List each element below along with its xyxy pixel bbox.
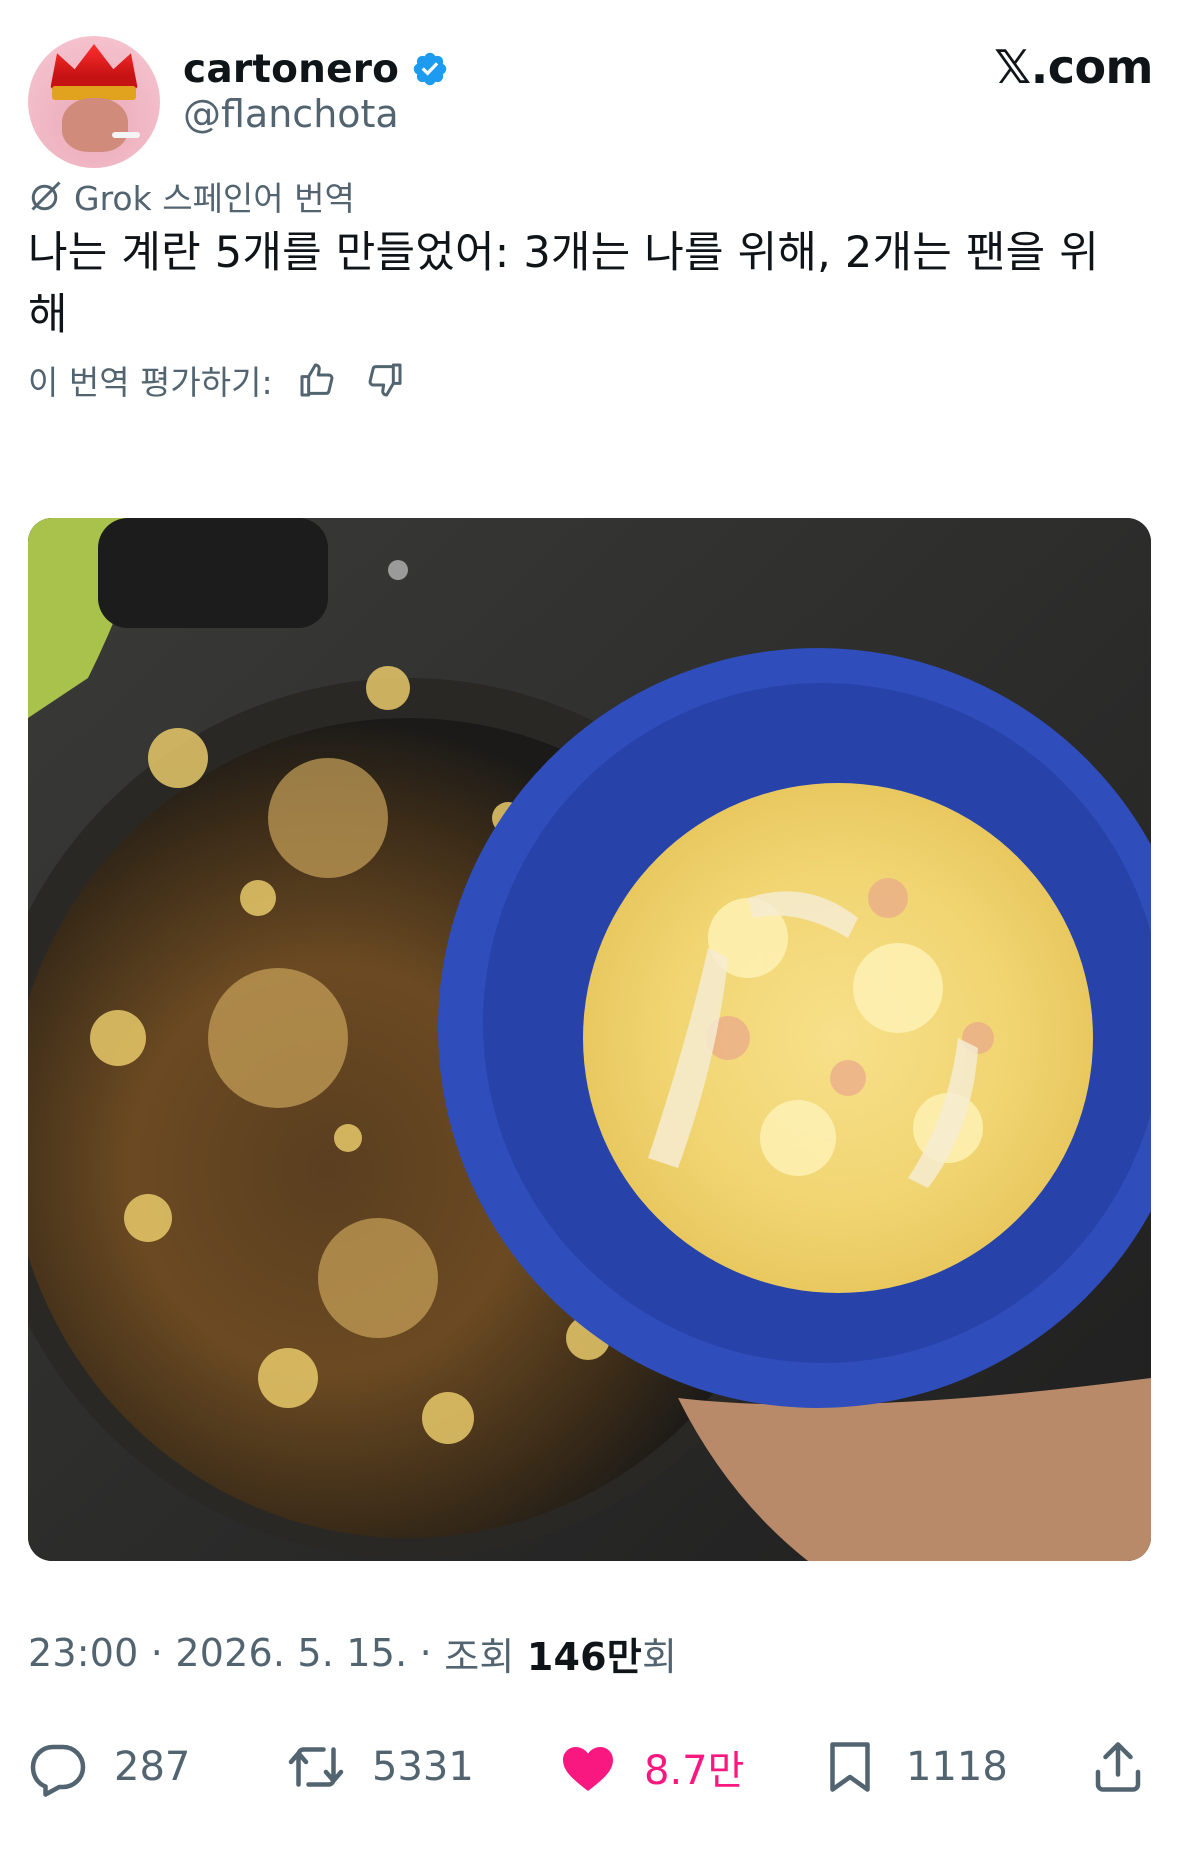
meta-separator-2: ·: [407, 1631, 445, 1675]
tweet-time[interactable]: 23:00: [28, 1631, 139, 1675]
grok-icon: [31, 181, 61, 211]
tweet-header: cartonero @flanchota 𝕏.com: [28, 36, 1158, 171]
share-button[interactable]: [1088, 1737, 1148, 1797]
x-logo: 𝕏.com: [994, 40, 1153, 94]
bookmark-button[interactable]: 1118: [820, 1737, 1008, 1797]
crown-decoration: [50, 44, 138, 90]
thumbs-up-icon: [300, 363, 334, 397]
grok-translation-label[interactable]: Grok 스페인어 번역: [28, 176, 355, 218]
reply-icon: [30, 1744, 86, 1797]
avatar-face: [62, 98, 128, 152]
rate-translation-label: 이 번역 평가하기:: [28, 363, 273, 402]
retweet-button[interactable]: 5331: [286, 1737, 474, 1797]
like-button[interactable]: 8.7만: [558, 1737, 744, 1797]
views-count[interactable]: 146만: [527, 1626, 642, 1681]
thumbs-up-button[interactable]: [293, 356, 341, 404]
views-suffix: 회: [641, 1634, 678, 1679]
like-count: 8.7만: [644, 1748, 745, 1794]
retweet-icon: [288, 1747, 344, 1787]
action-bar: 287 5331 8.7만 1118: [28, 1732, 1153, 1802]
author-display-name[interactable]: cartonero: [183, 47, 399, 92]
rate-translation-row: 이 번역 평가하기:: [28, 356, 409, 404]
author-avatar[interactable]: [28, 36, 160, 168]
share-icon: [1095, 1742, 1141, 1792]
thumbs-down-icon: [368, 363, 402, 397]
bookmark-icon: [830, 1742, 870, 1792]
avatar-cigarette: [112, 132, 140, 138]
reply-count: 287: [114, 1744, 191, 1790]
verified-badge-icon: [413, 52, 447, 86]
tweet-text: 나는 계란 5개를 만들었어: 3개는 나를 위해, 2개는 팬을 위해: [28, 228, 1100, 340]
meta-separator: ·: [138, 1631, 176, 1675]
reply-button[interactable]: 287: [28, 1737, 190, 1797]
tweet-date[interactable]: 2026. 5. 15.: [175, 1631, 407, 1675]
bookmark-count: 1118: [906, 1744, 1008, 1790]
tweet-photo[interactable]: [28, 518, 1151, 1561]
views-label: 조회: [444, 1634, 527, 1679]
thumbs-down-button[interactable]: [361, 356, 409, 404]
author-handle[interactable]: @flanchota: [183, 92, 399, 136]
translation-source-label: Grok 스페인어 번역: [74, 179, 355, 218]
heart-icon: [563, 1747, 613, 1791]
retweet-count: 5331: [372, 1744, 474, 1790]
author-name-row: cartonero: [183, 44, 449, 94]
tweet-meta: 23:00 · 2026. 5. 15. · 조회 146만 회: [28, 1623, 677, 1683]
photo-image: [28, 518, 1151, 1561]
